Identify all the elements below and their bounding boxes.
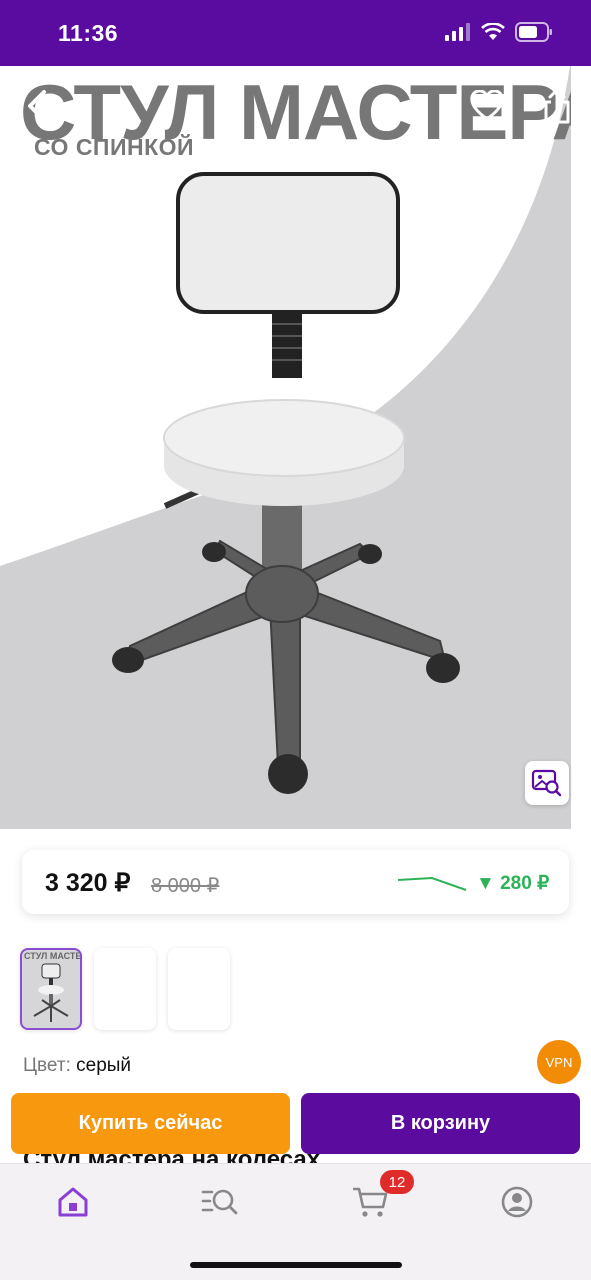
old-price: 8 000 ₽ xyxy=(151,875,220,897)
hero-subtitle: СО СПИНКОЙ xyxy=(34,134,195,160)
favorite-button[interactable] xyxy=(470,89,504,122)
heart-icon xyxy=(470,89,504,121)
thumbnail-1[interactable]: СТУЛ МАСТЕРА xyxy=(20,948,82,1030)
home-indicator xyxy=(190,1262,402,1268)
price-trend-sparkline xyxy=(397,876,467,891)
price-card[interactable]: 3 320 ₽ 8 000 ₽ ▼ 280 ₽ xyxy=(22,850,569,914)
back-button[interactable] xyxy=(20,86,56,126)
catalog-search-icon xyxy=(201,1189,238,1215)
share-button[interactable] xyxy=(540,86,574,126)
vpn-badge[interactable]: VPN xyxy=(537,1040,581,1084)
next-image-peek xyxy=(571,66,591,829)
thumbnail-2[interactable] xyxy=(94,948,156,1030)
color-row: Цвет: серый xyxy=(23,1055,131,1077)
battery-icon xyxy=(515,22,552,42)
status-icons xyxy=(445,22,553,42)
signal-icon xyxy=(445,23,470,41)
image-thumbnails: СТУЛ МАСТЕРА xyxy=(20,948,230,1030)
nav-home[interactable] xyxy=(53,1184,93,1220)
color-label: Цвет: xyxy=(23,1055,71,1076)
chair-illustration xyxy=(0,66,591,794)
nav-profile[interactable] xyxy=(497,1184,537,1220)
status-time: 11:36 xyxy=(58,20,119,46)
current-price: 3 320 ₽ xyxy=(45,869,131,897)
price-drop: ▼ 280 ₽ xyxy=(476,873,550,894)
wifi-icon xyxy=(481,23,505,40)
thumbnail-3[interactable] xyxy=(168,948,230,1030)
image-search-button[interactable] xyxy=(525,761,569,805)
profile-icon xyxy=(501,1186,533,1218)
color-value: серый xyxy=(76,1055,132,1076)
product-image[interactable]: СТУЛ МАСТЕРА СО СПИНКОЙ xyxy=(0,66,591,829)
home-icon xyxy=(58,1187,88,1217)
image-search-icon xyxy=(531,769,562,797)
status-bar: 11:36 xyxy=(0,0,591,66)
cart-count-badge: 12 xyxy=(380,1170,414,1194)
product-screen: 11:36 СТУЛ МАСТЕРА СО СПИНКОЙ 3 320 ₽ 8 … xyxy=(0,0,591,1280)
buy-now-button[interactable]: Купить сейчас xyxy=(11,1093,290,1154)
nav-catalog-search[interactable] xyxy=(200,1184,240,1220)
purchase-actions: Купить сейчас В корзину xyxy=(11,1093,580,1154)
chevron-left-icon xyxy=(28,90,46,122)
thumbnail-caption: СТУЛ МАСТЕРА xyxy=(24,951,82,961)
chair-thumbnail xyxy=(33,963,69,1022)
share-icon xyxy=(544,88,570,124)
bottom-nav: 12 xyxy=(0,1163,591,1280)
add-to-cart-button[interactable]: В корзину xyxy=(301,1093,580,1154)
